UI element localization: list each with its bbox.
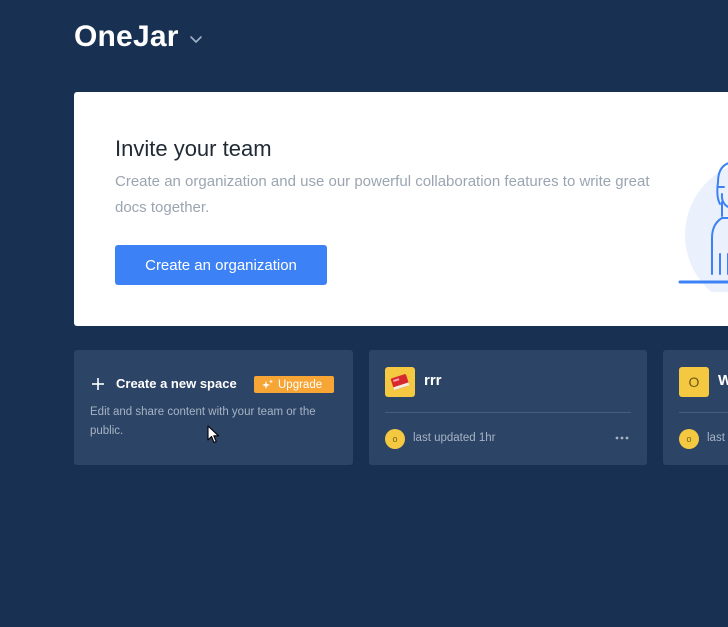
upgrade-label: Upgrade xyxy=(278,378,323,391)
invite-title: Invite your team xyxy=(115,136,272,161)
card-divider xyxy=(679,412,728,413)
space-card[interactable]: O W o last xyxy=(663,350,728,465)
plus-icon xyxy=(92,377,104,390)
team-illustration xyxy=(678,162,728,292)
invite-team-banner: Invite your team Create an organization … xyxy=(74,92,728,326)
workspace-name[interactable]: OneJar xyxy=(74,20,179,54)
space-emoji: O xyxy=(679,367,709,397)
last-updated-text: last xyxy=(707,432,725,444)
avatar: o xyxy=(679,429,699,449)
workspace-header[interactable]: OneJar xyxy=(74,18,203,56)
create-organization-button[interactable]: Create an organization xyxy=(115,245,327,285)
create-space-card[interactable]: Create a new space Upgrade Edit and shar… xyxy=(74,350,353,465)
book-icon xyxy=(385,367,415,397)
space-name[interactable]: W xyxy=(718,372,728,389)
space-card[interactable]: rrr o last updated 1hr xyxy=(369,350,647,465)
create-space-description: Edit and share content with your team or… xyxy=(90,406,316,437)
upgrade-badge[interactable]: Upgrade xyxy=(254,376,334,393)
last-updated-text: last updated 1hr xyxy=(413,432,496,444)
chevron-down-icon[interactable] xyxy=(189,34,203,44)
card-divider xyxy=(385,412,631,413)
avatar: o xyxy=(385,429,405,449)
create-space-label[interactable]: Create a new space xyxy=(116,376,237,391)
space-name[interactable]: rrr xyxy=(424,372,442,389)
more-horizontal-icon[interactable] xyxy=(615,432,629,444)
invite-description: Create an organization and use our power… xyxy=(115,173,650,216)
sparkle-icon xyxy=(262,379,273,389)
